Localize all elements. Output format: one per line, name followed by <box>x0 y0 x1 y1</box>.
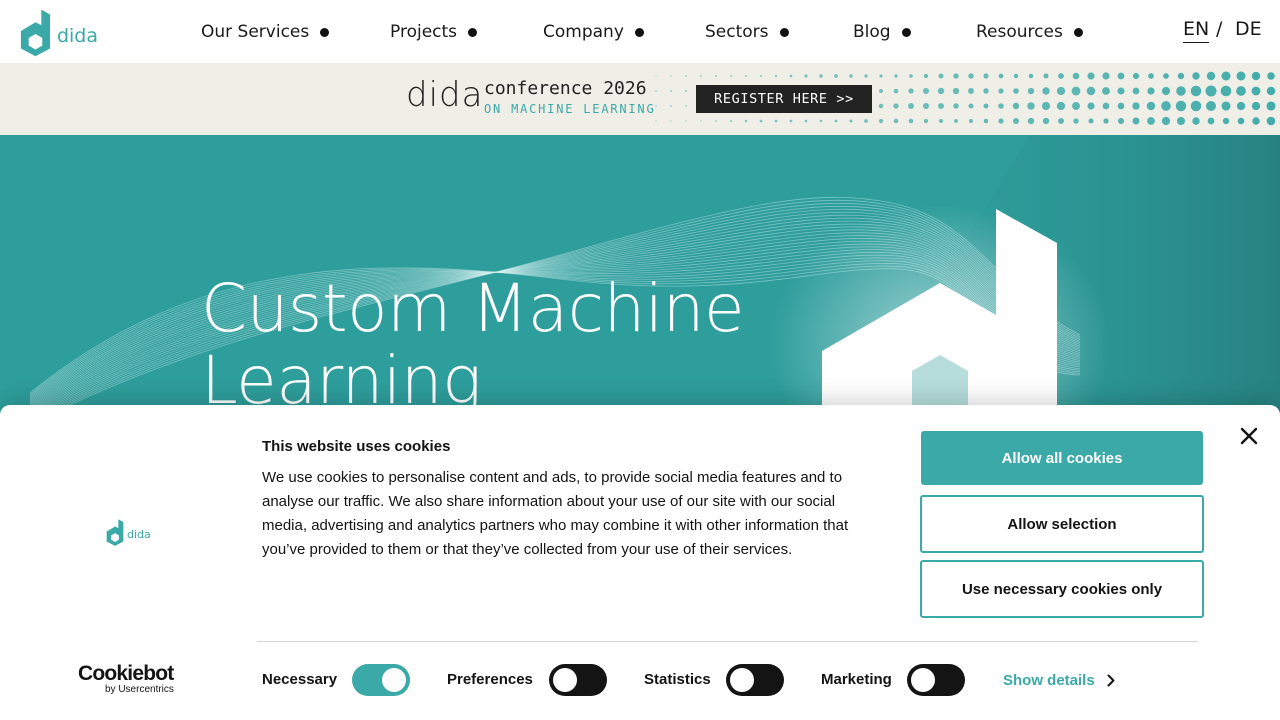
toggle-necessary[interactable] <box>352 664 410 696</box>
nav-item-label: Projects <box>390 22 458 42</box>
nav-item-label: Blog <box>853 22 891 42</box>
toggle-preferences[interactable] <box>549 664 607 696</box>
nav-item-company[interactable]: Company <box>543 20 644 44</box>
toggle-knob <box>382 668 406 692</box>
toggle-knob <box>911 668 935 692</box>
toggle-marketing[interactable] <box>907 664 965 696</box>
cookie-consent-dialog: dida This website uses cookies We use co… <box>0 405 1280 720</box>
cookie-dialog-logo: dida <box>105 518 151 546</box>
nav-dot-icon <box>1073 27 1083 37</box>
toggle-label-preferences: Preferences <box>447 671 533 688</box>
nav-item-projects[interactable]: Projects <box>390 20 478 44</box>
nav-item-label: Our Services <box>201 22 310 42</box>
chevron-right-icon <box>1107 674 1115 687</box>
toggle-knob <box>553 668 577 692</box>
toggle-label-necessary: Necessary <box>262 671 338 688</box>
show-details-link[interactable]: Show details <box>1003 672 1115 689</box>
dida-logo-icon <box>106 519 124 546</box>
language-separator: / <box>1216 18 1223 40</box>
toggle-label-marketing: Marketing <box>821 671 892 688</box>
conference-banner[interactable]: dida conference 2026 ON MACHINE LEARNING… <box>0 63 1280 135</box>
nav-item-our-services[interactable]: Our Services <box>201 20 330 44</box>
logo-text: dida <box>56 25 98 47</box>
cookiebot-brand: Cookiebot <box>78 662 174 685</box>
nav-item-label: Sectors <box>705 22 769 42</box>
nav-dot-icon <box>779 27 789 37</box>
conference-logo: dida <box>406 75 484 115</box>
nav-dot-icon <box>468 27 478 37</box>
show-details-label: Show details <box>1003 672 1095 689</box>
allow-all-cookies-button[interactable]: Allow all cookies <box>921 431 1203 485</box>
close-icon[interactable] <box>1238 425 1260 447</box>
toggle-label-statistics: Statistics <box>644 671 711 688</box>
nav-item-label: Resources <box>976 22 1063 42</box>
cookie-dialog-title: This website uses cookies <box>262 438 451 455</box>
cookie-dialog-body: We use cookies to personalise content an… <box>262 469 849 558</box>
necessary-cookies-only-button[interactable]: Use necessary cookies only <box>920 560 1204 618</box>
register-button[interactable]: REGISTER HERE >> <box>696 85 872 113</box>
nav-item-label: Company <box>543 22 624 42</box>
toggle-statistics[interactable] <box>726 664 784 696</box>
nav-dot-icon <box>901 27 911 37</box>
top-navigation: dida Our Services Projects Company Secto… <box>0 0 1280 63</box>
toggle-knob <box>730 668 754 692</box>
dida-logo-icon <box>20 9 51 57</box>
dida-logo[interactable]: dida <box>18 7 98 57</box>
hero-title: Custom Machine Learning <box>201 270 745 417</box>
language-de[interactable]: DE <box>1235 18 1262 40</box>
cookie-dialog-divider <box>257 641 1198 642</box>
nav-item-blog[interactable]: Blog <box>853 20 911 44</box>
cookie-logo-text: dida <box>127 527 151 541</box>
hero-title-line1: Custom Machine <box>201 270 745 347</box>
hero-section: Custom Machine Learning <box>0 135 1280 425</box>
conference-subtitle: ON MACHINE LEARNING <box>484 102 656 116</box>
cookiebot-by: by Usercentrics <box>105 684 174 695</box>
conference-title: conference 2026 <box>484 78 647 99</box>
allow-selection-button[interactable]: Allow selection <box>920 495 1204 553</box>
cookiebot-logo: Cookiebot by Usercentrics <box>78 663 174 696</box>
nav-dot-icon <box>634 27 644 37</box>
nav-item-sectors[interactable]: Sectors <box>705 20 789 44</box>
nav-item-resources[interactable]: Resources <box>976 20 1083 44</box>
language-en[interactable]: EN <box>1183 18 1210 43</box>
nav-dot-icon <box>320 27 330 37</box>
